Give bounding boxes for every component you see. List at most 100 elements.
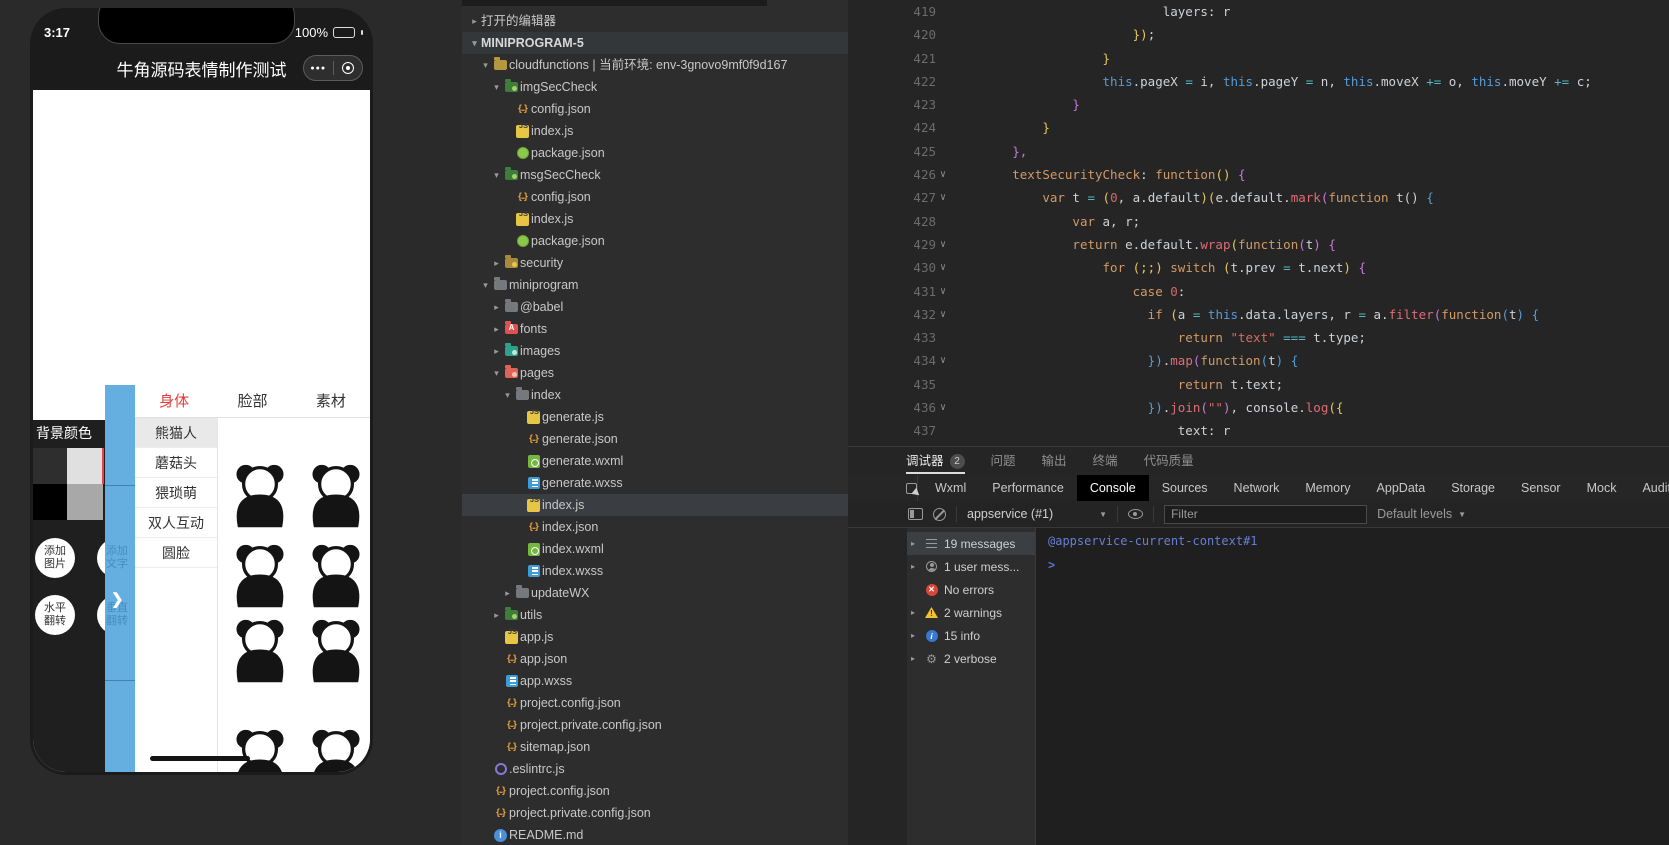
tree-item[interactable]: ▾ imgSecCheck bbox=[462, 76, 848, 98]
tree-expand-arrow[interactable]: ▾ bbox=[479, 54, 492, 76]
tree-item[interactable]: JS index.js bbox=[462, 120, 848, 142]
panda-sticker-1[interactable] bbox=[225, 460, 295, 530]
tree-item[interactable]: JS index.js bbox=[462, 494, 848, 516]
category-item[interactable]: 蘑菇头 bbox=[135, 448, 217, 478]
panda-sticker-4[interactable] bbox=[301, 540, 370, 610]
tab-1[interactable]: 脸部 bbox=[213, 385, 291, 417]
panel-expander-strip[interactable]: ❯ bbox=[105, 385, 135, 772]
tab-2[interactable]: 素材 bbox=[292, 385, 370, 417]
tree-item[interactable]: index.wxml bbox=[462, 538, 848, 560]
panda-sticker-8[interactable] bbox=[301, 725, 370, 772]
tree-expand-arrow[interactable]: ▾ bbox=[490, 362, 503, 384]
panda-sticker-6[interactable] bbox=[301, 615, 370, 685]
tree-expand-arrow[interactable]: ▾ bbox=[501, 384, 514, 406]
tree-collapse-arrow[interactable]: ▸ bbox=[490, 296, 503, 318]
console-filter-row[interactable]: ▸ ⚙ 2 verbose bbox=[907, 647, 1035, 670]
tree-item[interactable]: ▸ updateWX bbox=[462, 582, 848, 604]
inspect-element-icon[interactable] bbox=[906, 475, 918, 501]
devtools-tab[interactable]: Audits bbox=[1629, 475, 1669, 501]
console-filter-input[interactable] bbox=[1164, 504, 1368, 524]
tab-0[interactable]: 身体 bbox=[135, 385, 213, 417]
console-filter-row[interactable]: ▸ ! 2 warnings bbox=[907, 601, 1035, 624]
panda-sticker-2[interactable] bbox=[301, 460, 370, 530]
console-filter-row[interactable]: ▸ i 15 info bbox=[907, 624, 1035, 647]
devtools-tab[interactable]: Wxml bbox=[922, 475, 979, 501]
devtools-tab[interactable]: Performance bbox=[979, 475, 1077, 501]
tree-item[interactable]: {..} project.config.json bbox=[462, 692, 848, 714]
color-swatch[interactable] bbox=[67, 484, 103, 520]
debugger-tab[interactable]: 终端 bbox=[1093, 447, 1118, 475]
tree-item[interactable]: ▸ images bbox=[462, 340, 848, 362]
tree-expand-arrow[interactable]: ▾ bbox=[490, 76, 503, 98]
action-button[interactable]: 添加 图片 bbox=[35, 538, 75, 578]
devtools-tab[interactable]: Sensor bbox=[1508, 475, 1574, 501]
tree-collapse-arrow[interactable]: ▸ bbox=[490, 252, 503, 274]
debugger-tab[interactable]: 输出 bbox=[1042, 447, 1067, 475]
debugger-tab[interactable]: 调试器 2 bbox=[906, 447, 965, 475]
tree-item[interactable]: generate.wxss bbox=[462, 472, 848, 494]
console-filter-row[interactable]: ✕ No errors bbox=[907, 578, 1035, 601]
clear-console-icon[interactable] bbox=[933, 507, 946, 521]
category-item[interactable]: 双人互动 bbox=[135, 508, 217, 538]
tree-item[interactable]: ▸ 打开的编辑器 bbox=[462, 10, 848, 32]
tree-item[interactable]: {..} project.private.config.json bbox=[462, 714, 848, 736]
tree-collapse-arrow[interactable]: ▸ bbox=[468, 10, 481, 32]
devtools-tab[interactable]: Mock bbox=[1574, 475, 1630, 501]
tree-item[interactable]: package.json bbox=[462, 142, 848, 164]
tree-expand-arrow[interactable]: ▾ bbox=[468, 32, 481, 54]
tree-item[interactable]: i README.md bbox=[462, 824, 848, 845]
tree-item[interactable]: ▾ index bbox=[462, 384, 848, 406]
tree-item[interactable]: {..} sitemap.json bbox=[462, 736, 848, 758]
devtools-tab[interactable]: Sources bbox=[1149, 475, 1221, 501]
devtools-tab[interactable]: Memory bbox=[1292, 475, 1363, 501]
tree-item[interactable]: JS index.js bbox=[462, 208, 848, 230]
more-dots-icon[interactable]: ●●● bbox=[304, 56, 333, 80]
tree-item[interactable]: ▾ miniprogram bbox=[462, 274, 848, 296]
tree-collapse-arrow[interactable]: ▸ bbox=[501, 582, 514, 604]
tree-expand-arrow[interactable]: ▾ bbox=[479, 274, 492, 296]
tree-expand-arrow[interactable]: ▾ bbox=[490, 164, 503, 186]
tree-collapse-arrow[interactable]: ▸ bbox=[490, 340, 503, 362]
color-swatch[interactable] bbox=[67, 448, 103, 484]
tree-item[interactable]: ▾ cloudfunctions | 当前环境: env-3gnovo9mf0f9… bbox=[462, 54, 848, 76]
console-prompt[interactable]: > bbox=[1048, 554, 1669, 572]
tree-item[interactable]: ▸ utils bbox=[462, 604, 848, 626]
panda-sticker-7[interactable] bbox=[225, 725, 295, 772]
chevron-right-icon[interactable]: ❯ bbox=[111, 590, 124, 608]
tree-item[interactable]: ▾ pages bbox=[462, 362, 848, 384]
devtools-tab[interactable]: Console bbox=[1076, 475, 1149, 501]
devtools-tab[interactable]: Storage bbox=[1438, 475, 1508, 501]
tree-item[interactable]: .eslintrc.js bbox=[462, 758, 848, 780]
console-filter-row[interactable]: ▸ 19 messages bbox=[907, 532, 1035, 555]
console-filter-row[interactable]: ▸ 1 user mess... bbox=[907, 555, 1035, 578]
log-levels-select[interactable]: Default levels ▼ bbox=[1377, 507, 1466, 521]
color-swatch[interactable] bbox=[33, 484, 67, 520]
execution-context-select[interactable]: appservice (#1) ▼ bbox=[967, 507, 1107, 521]
live-expression-eye-icon[interactable] bbox=[1128, 509, 1144, 519]
console-sidebar-toggle-icon[interactable] bbox=[908, 508, 923, 520]
tree-item[interactable]: {..} project.config.json bbox=[462, 780, 848, 802]
category-item[interactable]: 猥琐萌 bbox=[135, 478, 217, 508]
panda-sticker-3[interactable] bbox=[225, 540, 295, 610]
tree-item[interactable]: app.wxss bbox=[462, 670, 848, 692]
tree-collapse-arrow[interactable]: ▸ bbox=[490, 318, 503, 340]
tree-item[interactable]: ▸ Afonts bbox=[462, 318, 848, 340]
tree-item[interactable]: ▾ MINIPROGRAM-5 bbox=[462, 32, 848, 54]
action-button[interactable]: 水平 翻转 bbox=[35, 595, 75, 635]
tree-item[interactable]: {..} app.json bbox=[462, 648, 848, 670]
devtools-tab[interactable]: Network bbox=[1221, 475, 1293, 501]
tree-item[interactable]: ▸ @babel bbox=[462, 296, 848, 318]
panda-sticker-5[interactable] bbox=[225, 615, 295, 685]
tree-item[interactable]: JS app.js bbox=[462, 626, 848, 648]
category-item[interactable]: 圆脸 bbox=[135, 538, 217, 568]
record-circle-icon[interactable] bbox=[334, 56, 363, 80]
debugger-tab[interactable]: 代码质量 bbox=[1144, 447, 1194, 475]
tree-item[interactable]: ▸ security bbox=[462, 252, 848, 274]
tree-item[interactable]: JS generate.js bbox=[462, 406, 848, 428]
tree-item[interactable]: index.wxss bbox=[462, 560, 848, 582]
debugger-tab[interactable]: 问题 bbox=[991, 447, 1016, 475]
devtools-tab[interactable]: AppData bbox=[1364, 475, 1439, 501]
tree-collapse-arrow[interactable]: ▸ bbox=[490, 604, 503, 626]
tree-item[interactable]: package.json bbox=[462, 230, 848, 252]
tree-item[interactable]: {..} index.json bbox=[462, 516, 848, 538]
